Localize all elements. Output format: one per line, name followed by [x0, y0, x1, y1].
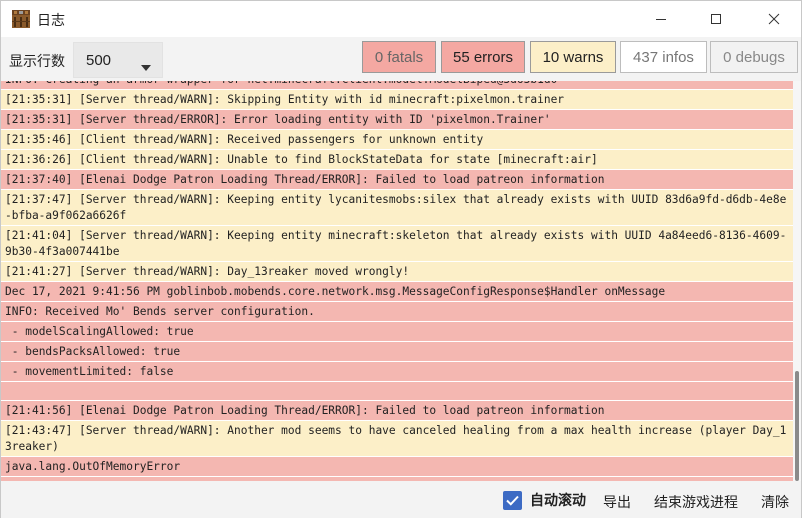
log-view[interactable]: INFO: Creating an armor wrapper for net.… [1, 81, 801, 481]
log-row: [21:41:27] [Server thread/WARN]: Day_13r… [1, 262, 793, 282]
scrollbar-thumb[interactable] [795, 371, 799, 481]
minimize-icon [655, 13, 667, 25]
log-row: - modelScalingAllowed: true [1, 322, 793, 342]
filter-errors-button[interactable]: 55 errors [441, 41, 525, 73]
log-row: java.lang.OutOfMemoryError [1, 457, 793, 477]
rows-label: 显示行数 [9, 54, 65, 70]
log-row: [21:43:47] [Server thread/WARN]: Another… [1, 421, 793, 457]
close-icon [768, 13, 780, 25]
log-toolbar: 显示行数 500 0 fatals 55 errors 10 warns 437… [1, 37, 801, 81]
log-row: INFO: Received Mo' Bends server configur… [1, 302, 793, 322]
log-row: [21:37:47] [Server thread/WARN]: Keeping… [1, 190, 793, 226]
rows-count-select[interactable]: 500 [73, 42, 163, 78]
log-row: [21:37:40] [Elenai Dodge Patron Loading … [1, 170, 793, 190]
autoscroll-toggle[interactable]: 自动滚动 [503, 490, 586, 510]
log-row: - movementLimited: false [1, 362, 793, 382]
autoscroll-checkbox[interactable] [503, 490, 522, 510]
log-row: - bendsPacksAllowed: true [1, 342, 793, 362]
log-row: Dec 17, 2021 9:41:56 PM goblinbob.mobend… [1, 282, 793, 302]
kill-game-process-button[interactable]: 结束游戏进程 [654, 492, 738, 512]
crafting-table-icon [11, 9, 31, 29]
minimize-button[interactable] [638, 1, 684, 37]
log-scrollbar[interactable] [793, 81, 801, 481]
chevron-down-icon [141, 58, 151, 76]
log-list: INFO: Creating an armor wrapper for net.… [1, 81, 793, 481]
log-row: [21:41:56] [Elenai Dodge Patron Loading … [1, 401, 793, 421]
filter-warns-button[interactable]: 10 warns [530, 41, 616, 73]
log-window: 日志 显示行数 500 0 fatals 55 errors 10 warns … [0, 0, 802, 518]
clear-button[interactable]: 清除 [761, 492, 789, 512]
log-row: INFO: Creating an armor wrapper for net.… [1, 81, 793, 90]
bottom-bar: 自动滚动 导出 结束游戏进程 清除 [1, 481, 801, 518]
maximize-button[interactable] [693, 1, 739, 37]
window-title: 日志 [37, 13, 65, 29]
export-button[interactable]: 导出 [603, 492, 631, 512]
autoscroll-label: 自动滚动 [530, 493, 586, 509]
log-row: [21:35:31] [Server thread/WARN]: Skippin… [1, 90, 793, 110]
rows-count-value: 500 [86, 52, 112, 69]
filter-debugs-button[interactable]: 0 debugs [710, 41, 798, 73]
close-button[interactable] [751, 1, 797, 37]
maximize-icon [710, 13, 722, 25]
checkmark-icon [506, 495, 519, 506]
title-bar[interactable]: 日志 [1, 1, 801, 37]
log-row: [21:35:31] [Server thread/ERROR]: Error … [1, 110, 793, 130]
filter-fatals-button[interactable]: 0 fatals [362, 41, 436, 73]
log-row [1, 382, 793, 401]
log-row: [21:36:26] [Client thread/WARN]: Unable … [1, 150, 793, 170]
log-row: [21:41:04] [Server thread/WARN]: Keeping… [1, 226, 793, 262]
log-row: [21:35:46] [Client thread/WARN]: Receive… [1, 130, 793, 150]
filter-infos-button[interactable]: 437 infos [620, 41, 707, 73]
